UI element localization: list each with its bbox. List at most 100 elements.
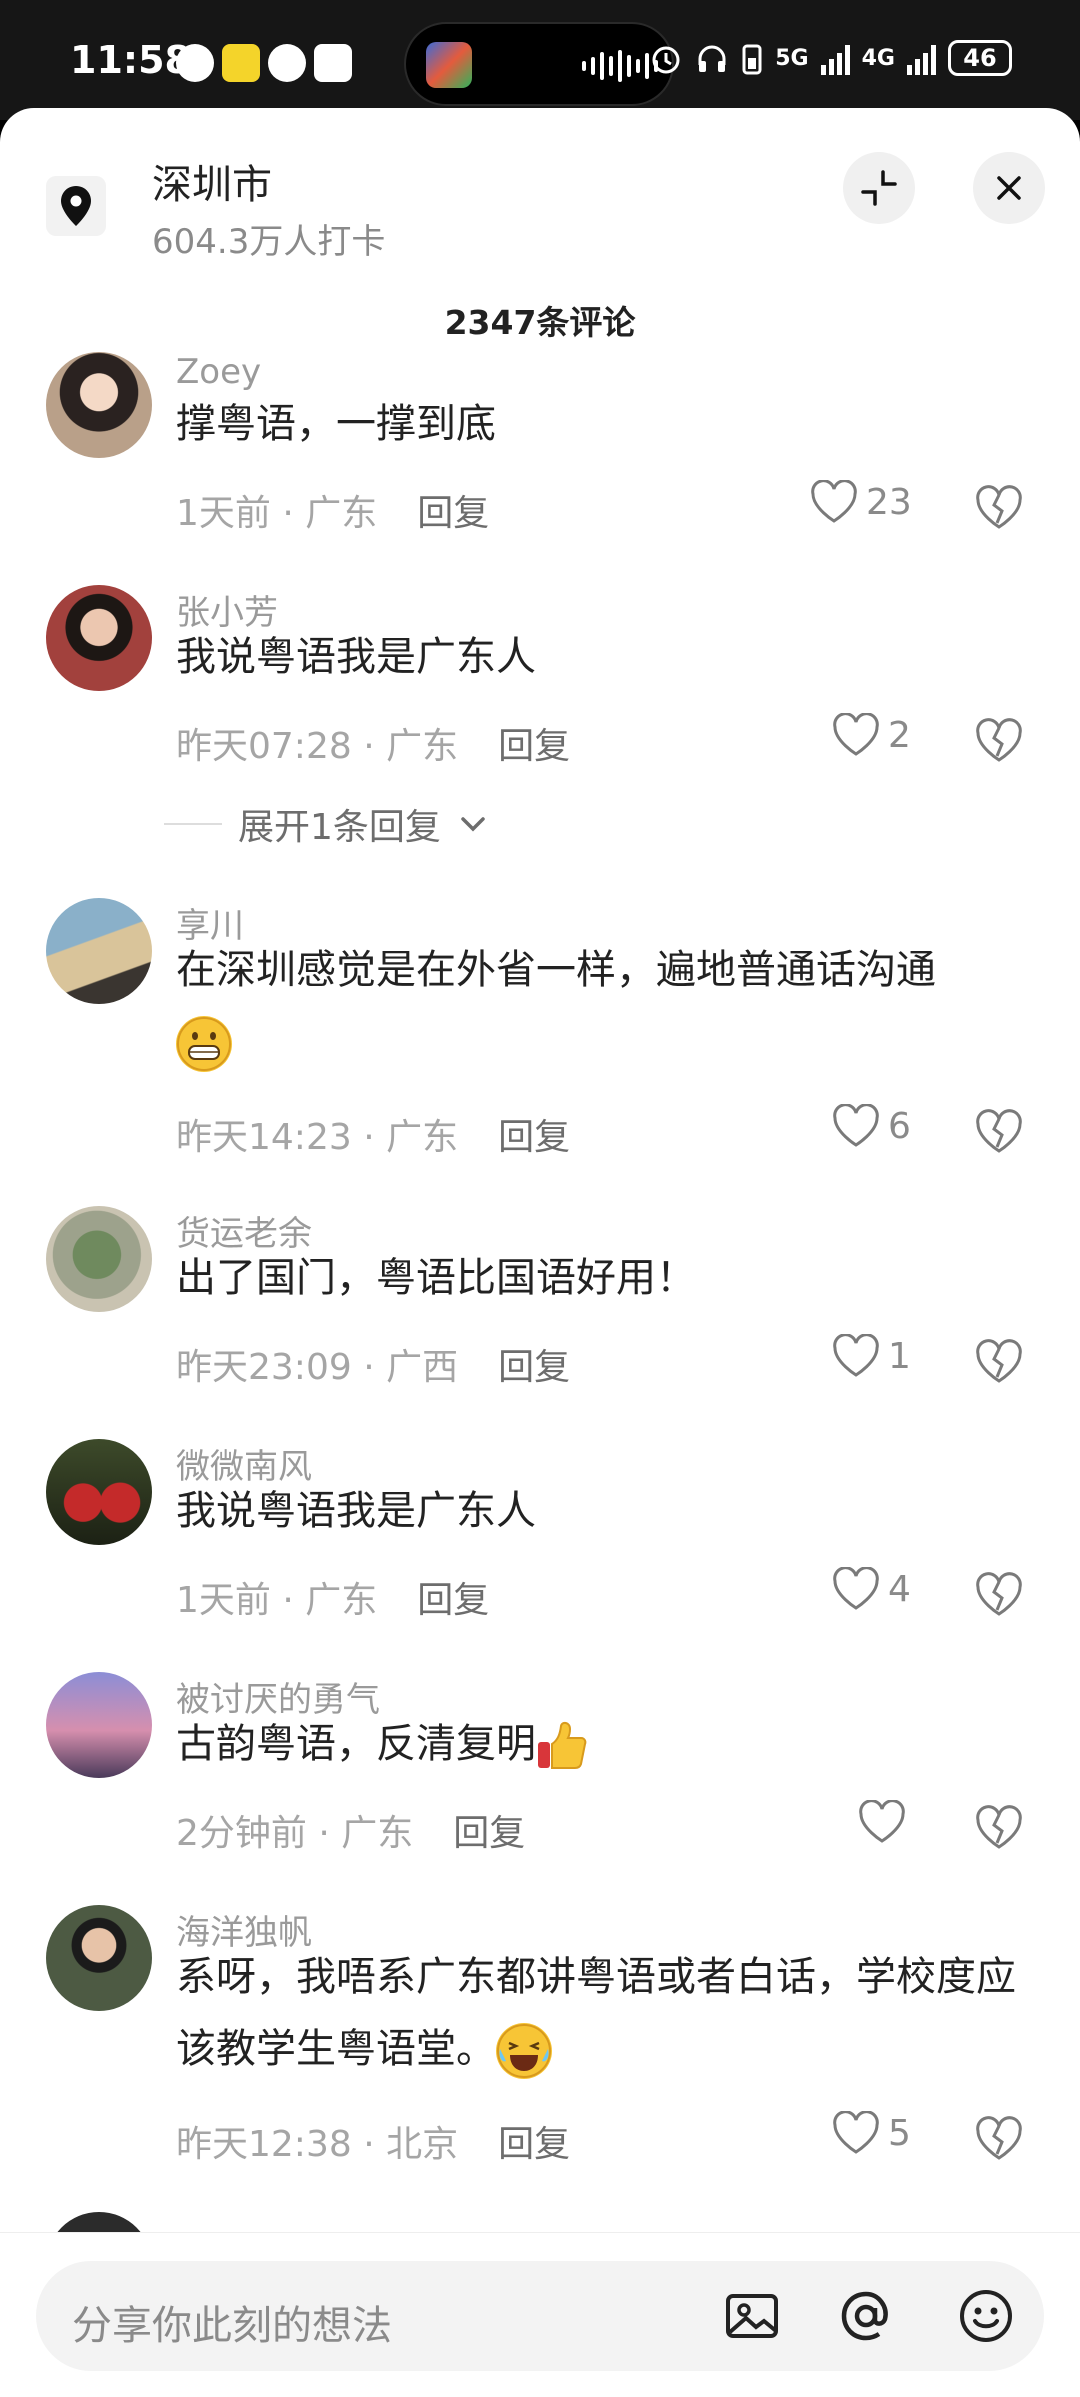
- status-time: 11:58: [70, 38, 191, 82]
- comment-input[interactable]: 分享你此刻的想法: [36, 2261, 1044, 2371]
- avatar[interactable]: [46, 585, 152, 691]
- facebook-icon: [268, 44, 306, 82]
- reply-button[interactable]: 回复: [498, 2124, 570, 2165]
- expand-replies-button[interactable]: 展开1条回复: [164, 798, 489, 850]
- comment-input-placeholder: 分享你此刻的想法: [72, 2303, 392, 2349]
- alarm-icon: [652, 46, 680, 74]
- chevron-down-icon: [461, 817, 485, 832]
- image-icon[interactable]: [722, 2286, 782, 2346]
- battery-indicator: 46: [948, 40, 1012, 76]
- comment-username[interactable]: Zoey: [176, 352, 261, 392]
- comment-text: 我说粤语我是广东人: [176, 1488, 536, 1534]
- like-count: 2: [888, 714, 911, 756]
- close-button[interactable]: [973, 152, 1045, 224]
- divider: [164, 823, 222, 825]
- news-app-icon: [222, 44, 260, 82]
- comment-region: 广东: [341, 1813, 414, 1854]
- avatar[interactable]: [46, 352, 152, 458]
- like-count: 4: [888, 1568, 911, 1610]
- location-checkins: 604.3万人打卡: [152, 222, 386, 262]
- heart-icon: [833, 1334, 879, 1377]
- avatar[interactable]: [46, 1439, 152, 1545]
- avatar[interactable]: [46, 1206, 152, 1312]
- comment-text: 古韵粤语，反清复明: [176, 1708, 1026, 1780]
- location-title[interactable]: 深圳市: [152, 152, 272, 210]
- broken-heart-icon[interactable]: [974, 2113, 1024, 2163]
- like-button[interactable]: 6: [832, 1104, 911, 1148]
- comment-time: 1天前: [176, 1580, 271, 1621]
- status-bar: 11:58 5G 4G 46: [0, 0, 1080, 120]
- collapse-button[interactable]: [843, 152, 915, 224]
- media-thumbnail: [426, 42, 472, 88]
- signal-icon-2: [907, 41, 936, 75]
- app-notification-icon: [314, 44, 352, 82]
- comment-count: 2347条评论: [444, 303, 636, 342]
- comment-meta: 昨天07:28 · 广东 回复: [176, 726, 571, 767]
- like-button[interactable]: 2: [832, 713, 911, 757]
- heart-icon: [833, 713, 879, 756]
- broken-heart-icon[interactable]: [974, 1106, 1024, 1156]
- comment-text: 我说粤语我是广东人: [176, 634, 536, 680]
- comment-time: 1天前: [176, 493, 271, 534]
- reply-button[interactable]: 回复: [417, 1580, 489, 1621]
- comment-text-content: 系呀，我唔系广东都讲粤语或者白话，学校度应该教学生粤语堂。: [176, 1954, 1016, 2072]
- comment-region: 广东: [386, 726, 459, 767]
- avatar[interactable]: [46, 1905, 152, 2011]
- comment-text: 在深圳感觉是在外省一样，遍地普通话沟通: [176, 934, 1026, 1078]
- signal-icon: [820, 41, 850, 75]
- like-button[interactable]: 1: [832, 1334, 911, 1378]
- comment-region: 北京: [386, 2124, 459, 2165]
- comment-time: 昨天14:23: [176, 1117, 352, 1158]
- like-count: 1: [888, 1335, 911, 1377]
- like-count: 6: [888, 1105, 911, 1147]
- comment-meta: 1天前 · 广东 回复: [176, 1580, 490, 1621]
- emoji-icon[interactable]: [956, 2286, 1016, 2346]
- comment-text-content: 在深圳感觉是在外省一样，遍地普通话沟通: [176, 947, 936, 993]
- collapse-icon: [861, 170, 897, 206]
- like-button[interactable]: 5: [832, 2111, 911, 2155]
- at-icon[interactable]: [836, 2286, 896, 2346]
- like-count: 5: [888, 2112, 911, 2154]
- heart-icon: [811, 480, 857, 523]
- audio-wave-icon: [582, 50, 658, 82]
- grin-emoji-icon: [176, 1016, 232, 1072]
- comment-region: 广东: [305, 493, 378, 534]
- thumbs-up-emoji-icon: [536, 1718, 588, 1774]
- broken-heart-icon[interactable]: [974, 482, 1024, 532]
- comment-meta: 2分钟前 · 广东 回复: [176, 1813, 526, 1854]
- reply-button[interactable]: 回复: [453, 1813, 525, 1854]
- battery-saver-icon: [742, 44, 762, 75]
- status-indicators: 5G 4G 46: [649, 40, 1012, 76]
- heart-icon: [833, 1567, 879, 1610]
- reply-button[interactable]: 回复: [498, 726, 570, 767]
- comment-meta: 1天前 · 广东 回复: [176, 493, 490, 534]
- comment-time: 昨天23:09: [176, 1347, 352, 1388]
- heart-icon: [833, 1104, 879, 1147]
- notification-icons: [176, 44, 352, 82]
- broken-heart-icon[interactable]: [974, 1802, 1024, 1852]
- network-type-2: 4G: [861, 45, 895, 71]
- broken-heart-icon[interactable]: [974, 1569, 1024, 1619]
- like-button[interactable]: 4: [832, 1567, 911, 1611]
- comment-meta: 昨天12:38 · 北京 回复: [176, 2124, 571, 2165]
- reply-button[interactable]: 回复: [417, 493, 489, 534]
- broken-heart-icon[interactable]: [974, 715, 1024, 765]
- reply-button[interactable]: 回复: [498, 1347, 570, 1388]
- broken-heart-icon[interactable]: [974, 1336, 1024, 1386]
- location-pin-icon[interactable]: [46, 176, 106, 236]
- laughing-tears-emoji-icon: [496, 2023, 552, 2079]
- comment-sheet: 深圳市 604.3万人打卡 2347条评论 Zoey 撑粤语，一撑到底 1天前 …: [0, 108, 1080, 2397]
- headphones-icon: [698, 45, 726, 72]
- comment-text: 出了国门，粤语比国语好用！: [176, 1255, 696, 1301]
- comment-text: 撑粤语，一撑到底: [176, 401, 496, 447]
- dynamic-island[interactable]: [404, 22, 674, 106]
- comment-text-content: 古韵粤语，反清复明: [176, 1721, 536, 1767]
- like-button[interactable]: [858, 1800, 914, 1844]
- avatar[interactable]: [46, 1672, 152, 1778]
- comment-time: 2分钟前: [176, 1813, 307, 1854]
- like-button[interactable]: 23: [810, 480, 912, 524]
- reply-button[interactable]: 回复: [498, 1117, 570, 1158]
- close-icon: [997, 176, 1021, 200]
- avatar[interactable]: [46, 898, 152, 1004]
- network-type-1: 5G: [775, 45, 809, 71]
